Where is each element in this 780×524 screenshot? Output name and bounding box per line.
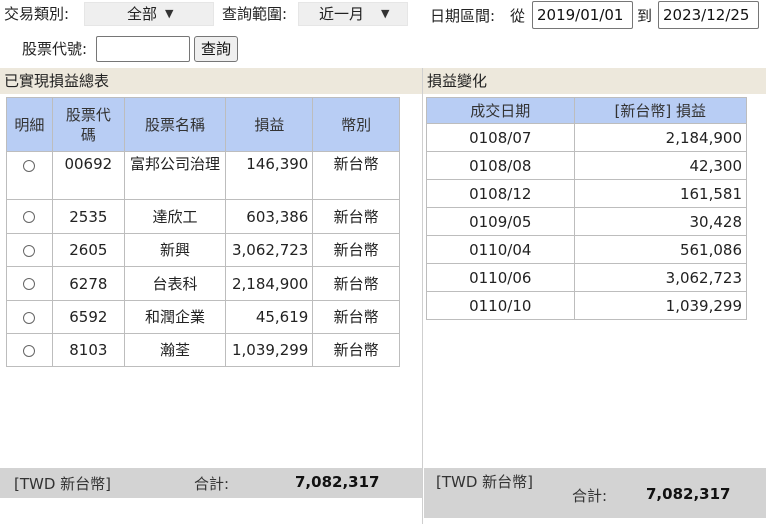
stock-name: 新興 xyxy=(123,233,227,267)
trade-date: 0108/08 xyxy=(426,151,575,180)
panel-divider xyxy=(422,68,423,524)
trade-date: 0110/10 xyxy=(426,291,575,320)
stock-currency: 新台幣 xyxy=(312,300,400,334)
change-table: 成交日期 [新台幣] 損益 0108/07 2,184,900 0108/08 … xyxy=(426,97,748,320)
table-row: 0110/04 561,086 xyxy=(426,235,748,264)
caret-down-icon: ▼ xyxy=(381,7,390,20)
table-row: 0110/06 3,062,723 xyxy=(426,263,748,292)
table-row: 0108/12 161,581 xyxy=(426,179,748,208)
col-detail: 明細 xyxy=(6,97,53,152)
radio-unchecked-icon[interactable] xyxy=(23,344,36,357)
stock-currency: 新台幣 xyxy=(312,333,400,367)
stock-name: 達欣工 xyxy=(123,199,227,234)
table-row[interactable]: 8103 瀚荃 1,039,299 新台幣 xyxy=(6,333,400,367)
footer-total-value: 7,082,317 xyxy=(295,473,380,491)
stock-code-input[interactable] xyxy=(96,36,190,62)
trade-type-select[interactable]: 全部 ▼ xyxy=(84,2,214,26)
radio-unchecked-icon[interactable] xyxy=(23,211,36,223)
to-label: 到 xyxy=(637,7,653,25)
stock-code: 2605 xyxy=(51,233,125,267)
radio-unchecked-icon[interactable] xyxy=(23,244,36,257)
table-row[interactable]: 2605 新興 3,062,723 新台幣 xyxy=(6,233,400,267)
caret-down-icon: ▼ xyxy=(165,7,174,20)
stock-name: 瀚荃 xyxy=(123,333,227,367)
trade-date: 0109/05 xyxy=(426,207,575,236)
table-row[interactable]: 6592 和潤企業 45,619 新台幣 xyxy=(6,300,400,334)
table-row[interactable]: 2535 達欣工 603,386 新台幣 xyxy=(6,199,400,234)
range-label: 查詢範圍: xyxy=(222,5,288,23)
stock-pnl: 45,619 xyxy=(225,300,314,334)
trade-date: 0110/04 xyxy=(426,235,575,264)
stock-code-label: 股票代號: xyxy=(22,40,88,58)
stock-code: 00692 xyxy=(51,151,125,200)
range-value: 近一月 xyxy=(319,5,365,23)
col-pnl: 損益 xyxy=(225,97,314,152)
change-panel-title: 損益變化 xyxy=(423,68,766,94)
trade-date: 0108/07 xyxy=(426,123,575,152)
trade-date: 0108/12 xyxy=(426,179,575,208)
stock-pnl: 1,039,299 xyxy=(225,333,314,367)
stock-code: 6278 xyxy=(51,266,125,301)
summary-header-row: 明細 股票代碼 股票名稱 損益 幣別 xyxy=(6,97,400,152)
table-row: 0109/05 30,428 xyxy=(426,207,748,236)
table-row: 0108/07 2,184,900 xyxy=(426,123,748,152)
trade-pnl: 3,062,723 xyxy=(573,263,748,292)
range-select[interactable]: 近一月 ▼ xyxy=(298,2,408,26)
trade-pnl: 161,581 xyxy=(573,179,748,208)
radio-unchecked-icon[interactable] xyxy=(23,159,36,172)
from-label: 從 xyxy=(510,7,526,25)
trade-pnl: 561,086 xyxy=(573,235,748,264)
footer-total-label: 合計: xyxy=(572,487,608,505)
table-row: 0110/10 1,039,299 xyxy=(426,291,748,320)
table-row[interactable]: 6278 台表科 2,184,900 新台幣 xyxy=(6,266,400,301)
stock-name: 台表科 xyxy=(123,266,227,301)
change-header-row: 成交日期 [新台幣] 損益 xyxy=(426,97,748,124)
change-footer: [TWD 新台幣] 合計: 7,082,317 xyxy=(424,468,766,518)
stock-currency: 新台幣 xyxy=(312,199,400,234)
footer-currency: [TWD 新台幣] xyxy=(14,475,112,493)
stock-name: 和潤企業 xyxy=(123,300,227,334)
col-stock-name: 股票名稱 xyxy=(123,97,227,152)
summary-panel-title: 已實現損益總表 xyxy=(0,68,422,94)
stock-pnl: 3,062,723 xyxy=(225,233,314,267)
footer-currency: [TWD 新台幣] xyxy=(436,473,534,491)
table-row[interactable]: 00692 富邦公司治理 146,390 新台幣 xyxy=(6,151,400,200)
col-trade-date: 成交日期 xyxy=(426,97,575,124)
to-date-input[interactable] xyxy=(658,1,759,29)
stock-code: 2535 xyxy=(51,199,125,234)
stock-name: 富邦公司治理 xyxy=(123,151,227,200)
summary-footer: [TWD 新台幣] 合計: 7,082,317 xyxy=(0,468,422,498)
stock-pnl: 146,390 xyxy=(225,151,314,200)
stock-pnl: 2,184,900 xyxy=(225,266,314,301)
summary-table: 明細 股票代碼 股票名稱 損益 幣別 00692 富邦公司治理 146,390 … xyxy=(6,97,400,367)
stock-currency: 新台幣 xyxy=(312,233,400,267)
radio-unchecked-icon[interactable] xyxy=(23,311,36,324)
stock-code: 6592 xyxy=(51,300,125,334)
trade-pnl: 42,300 xyxy=(573,151,748,180)
stock-currency: 新台幣 xyxy=(312,266,400,301)
footer-total-value: 7,082,317 xyxy=(646,485,731,503)
query-button[interactable]: 查詢 xyxy=(194,36,238,62)
table-row: 0108/08 42,300 xyxy=(426,151,748,180)
trade-date: 0110/06 xyxy=(426,263,575,292)
footer-total-label: 合計: xyxy=(194,475,230,493)
stock-currency: 新台幣 xyxy=(312,151,400,200)
col-twd-pnl: [新台幣] 損益 xyxy=(573,97,748,124)
from-date-input[interactable] xyxy=(532,1,633,29)
trade-pnl: 30,428 xyxy=(573,207,748,236)
trade-type-label: 交易類別: xyxy=(4,5,70,23)
trade-type-value: 全部 xyxy=(127,5,158,23)
col-stock-code: 股票代碼 xyxy=(51,97,125,152)
trade-pnl: 1,039,299 xyxy=(573,291,748,320)
radio-unchecked-icon[interactable] xyxy=(23,278,36,290)
trade-pnl: 2,184,900 xyxy=(573,123,748,152)
col-currency: 幣別 xyxy=(312,97,400,152)
stock-code: 8103 xyxy=(51,333,125,367)
stock-pnl: 603,386 xyxy=(225,199,314,234)
date-range-label: 日期區間: xyxy=(430,7,496,25)
